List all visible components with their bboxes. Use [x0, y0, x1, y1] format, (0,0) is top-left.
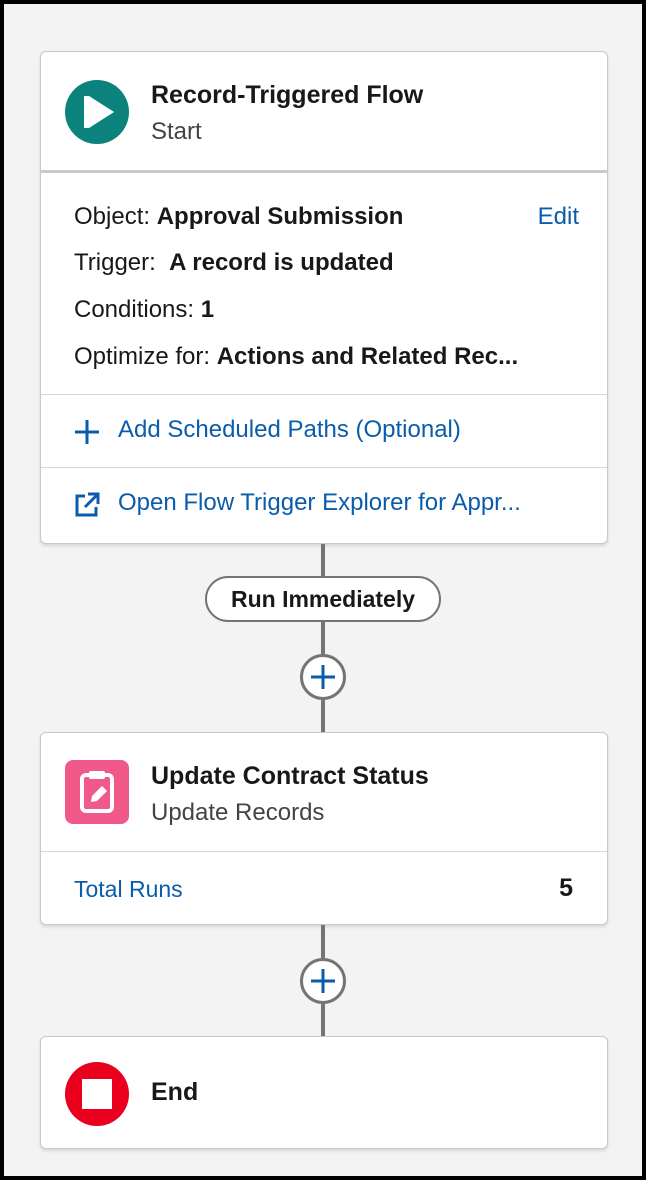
end-element-card[interactable]: End — [40, 1036, 608, 1149]
conditions-row: Conditions: 1 — [74, 296, 214, 324]
flow-canvas: Record-Triggered Flow Start Object: Appr… — [0, 0, 646, 1180]
object-value: Approval Submission — [156, 203, 404, 230]
trigger-label: Trigger: — [74, 249, 156, 276]
optimize-value: Actions and Related Rec... — [216, 343, 519, 370]
add-element-button[interactable] — [300, 958, 346, 1004]
end-card-title: End — [151, 1078, 199, 1106]
total-runs-label[interactable]: Total Runs — [74, 876, 183, 903]
object-row: Object: Approval Submission — [74, 203, 403, 231]
add-scheduled-paths-row[interactable]: Add Scheduled Paths (Optional) — [41, 395, 607, 467]
plus-icon — [73, 418, 101, 453]
stop-icon — [65, 1062, 129, 1126]
update-records-card[interactable]: Update Contract Status Update Records To… — [40, 732, 608, 925]
trigger-value: A record is updated — [169, 249, 394, 276]
connector-line — [321, 544, 325, 576]
object-label: Object: — [74, 203, 151, 230]
add-element-button[interactable] — [300, 654, 346, 700]
edit-link[interactable]: Edit — [538, 203, 579, 231]
connector-line — [321, 622, 325, 654]
open-trigger-explorer-row[interactable]: Open Flow Trigger Explorer for Appr... — [41, 468, 607, 540]
external-link-icon — [73, 491, 101, 526]
open-trigger-explorer-label: Open Flow Trigger Explorer for Appr... — [118, 489, 521, 516]
conditions-label: Conditions: — [74, 296, 195, 323]
start-element-card[interactable]: Record-Triggered Flow Start Object: Appr… — [40, 51, 608, 544]
update-card-header[interactable]: Update Contract Status Update Records — [41, 733, 607, 851]
update-card-title: Update Contract Status — [151, 762, 429, 790]
plus-icon — [311, 665, 335, 689]
connector-line — [321, 700, 325, 732]
add-scheduled-paths-label: Add Scheduled Paths (Optional) — [118, 416, 461, 443]
plus-icon — [311, 969, 335, 993]
start-card-subtitle: Start — [151, 118, 202, 145]
start-card-details: Object: Approval Submission Edit Trigger… — [41, 173, 607, 394]
play-icon — [65, 80, 129, 144]
run-immediately-path-label[interactable]: Run Immediately — [205, 576, 441, 622]
trigger-row: Trigger: A record is updated — [74, 249, 394, 277]
optimize-row: Optimize for: Actions and Related Rec... — [74, 343, 518, 371]
conditions-value: 1 — [200, 296, 215, 323]
start-card-title: Record-Triggered Flow — [151, 81, 424, 109]
total-runs-row: Total Runs 5 — [41, 852, 607, 924]
optimize-label: Optimize for: — [74, 343, 211, 370]
clipboard-edit-icon — [65, 760, 129, 824]
update-card-subtitle: Update Records — [151, 799, 325, 826]
connector-line — [321, 925, 325, 958]
total-runs-value: 5 — [559, 874, 573, 902]
start-card-header[interactable]: Record-Triggered Flow Start — [41, 52, 607, 170]
connector-line — [321, 1004, 325, 1036]
